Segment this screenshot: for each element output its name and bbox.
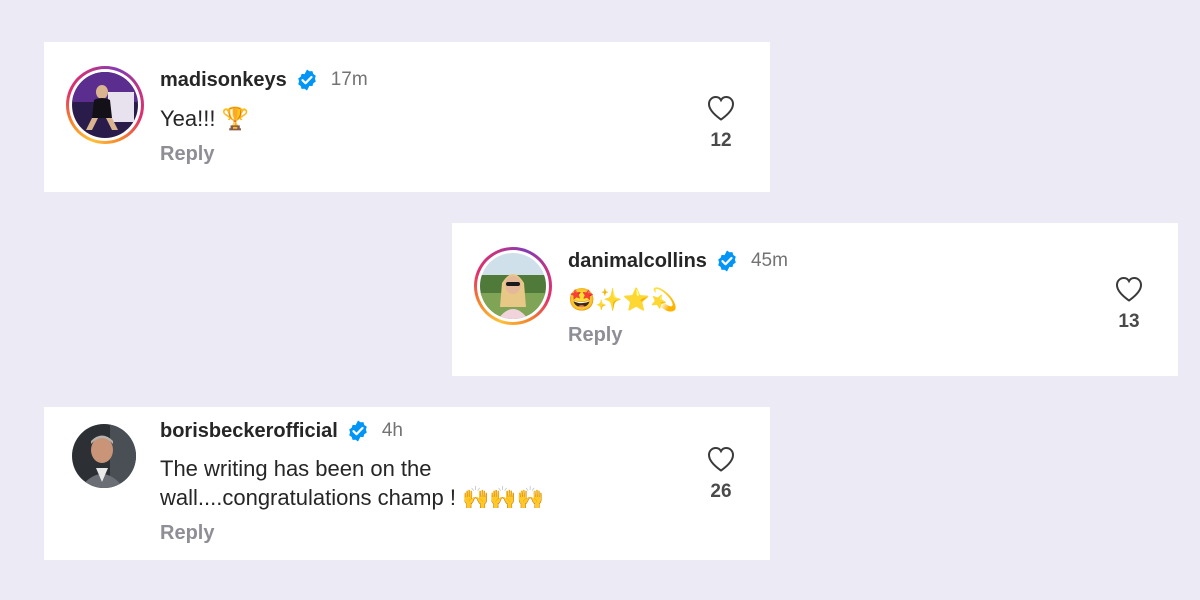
comment-header: danimalcollins 45m bbox=[568, 249, 788, 273]
verified-badge-icon bbox=[715, 249, 739, 273]
timestamp: 17m bbox=[330, 69, 368, 90]
comment-text: Yea!!! 🏆 bbox=[160, 106, 249, 131]
comment-card: madisonkeys 17m Yea!!! 🏆 Reply 12 bbox=[44, 42, 770, 192]
like-count: 13 bbox=[1118, 311, 1140, 332]
heart-outline-icon bbox=[1115, 276, 1143, 302]
avatar-story-ring[interactable] bbox=[474, 247, 552, 325]
comment-card: borisbeckerofficial 4h The writing has b… bbox=[44, 407, 770, 560]
reply-button[interactable]: Reply bbox=[568, 324, 622, 347]
like-button[interactable]: 13 bbox=[1112, 275, 1146, 333]
comment-text: The writing has been on the wall....cong… bbox=[160, 456, 545, 510]
timestamp: 45m bbox=[750, 250, 788, 271]
borisbeckerofficial-avatar bbox=[72, 424, 136, 488]
timestamp: 4h bbox=[381, 420, 403, 441]
like-button[interactable]: 26 bbox=[704, 445, 738, 503]
username[interactable]: borisbeckerofficial bbox=[160, 420, 338, 443]
verified-badge-icon bbox=[295, 68, 319, 92]
username[interactable]: madisonkeys bbox=[160, 69, 287, 92]
avatar bbox=[477, 250, 549, 322]
reply-button[interactable]: Reply bbox=[160, 143, 214, 166]
avatar-story-ring[interactable] bbox=[66, 66, 144, 144]
heart-outline-icon bbox=[707, 95, 735, 121]
avatar[interactable] bbox=[72, 424, 136, 488]
like-count: 12 bbox=[710, 130, 732, 151]
danimalcollins-avatar bbox=[480, 253, 546, 319]
comment-header: borisbeckerofficial 4h bbox=[160, 419, 403, 443]
like-count: 26 bbox=[710, 481, 732, 502]
avatar bbox=[69, 69, 141, 141]
heart-outline-icon bbox=[707, 446, 735, 472]
comment-text: 🤩✨⭐💫 bbox=[568, 287, 678, 312]
reply-button[interactable]: Reply bbox=[160, 522, 214, 545]
like-button[interactable]: 12 bbox=[704, 94, 738, 152]
verified-badge-icon bbox=[346, 419, 370, 443]
madisonkeys-avatar bbox=[72, 72, 138, 138]
username[interactable]: danimalcollins bbox=[568, 250, 707, 273]
comment-header: madisonkeys 17m bbox=[160, 68, 368, 92]
comment-card: danimalcollins 45m 🤩✨⭐💫 Reply 13 bbox=[452, 223, 1178, 376]
